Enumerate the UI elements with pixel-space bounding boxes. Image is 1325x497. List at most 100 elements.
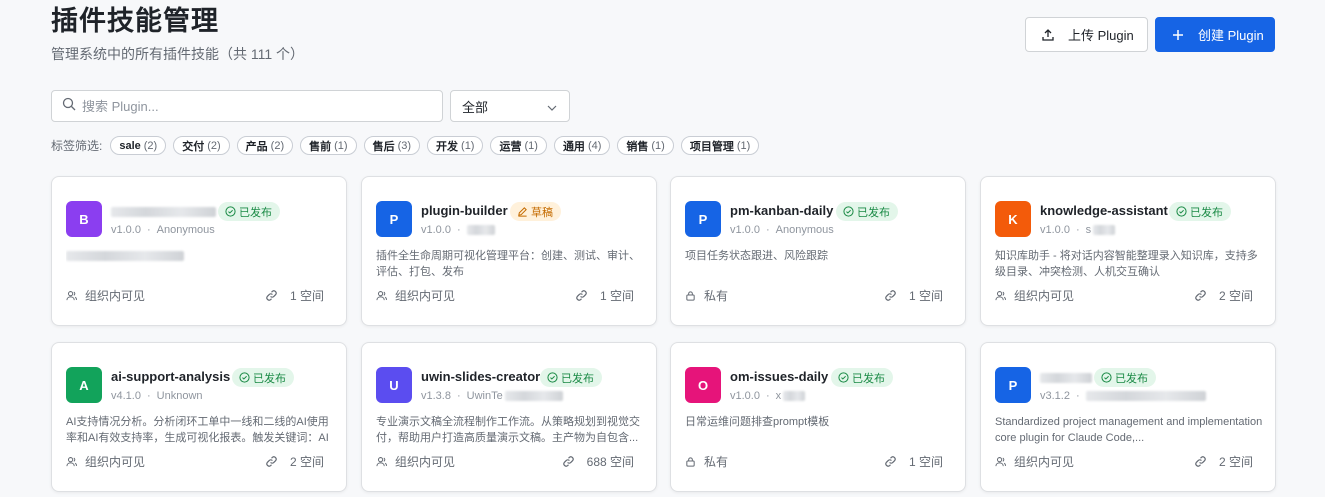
spaces: 1 空间 <box>884 287 943 304</box>
plugin-version: v1.0.0 <box>730 390 760 402</box>
plugin-version: v3.1.2 <box>1040 390 1070 402</box>
status-label: 草稿 <box>531 206 553 219</box>
tag-count: (2) <box>270 139 285 152</box>
link-icon <box>562 455 579 468</box>
tag-filter-chip[interactable]: 售前 (1) <box>300 136 357 155</box>
link-icon <box>1194 289 1211 302</box>
plus-icon <box>1170 27 1186 43</box>
status-badge: 已发布 <box>1094 368 1156 387</box>
tag-count: (1) <box>334 139 348 152</box>
plugin-meta: v1.0.0 · <box>421 224 495 236</box>
plugin-card[interactable]: P pm-kanban-daily 已发布 v1.0.0 · Anonymous 项… <box>670 176 966 326</box>
status-badge: 已发布 <box>218 202 280 221</box>
plugin-description: 项目任务状态跟进、风险跟踪 <box>685 250 828 262</box>
visibility: 私有 <box>685 287 728 304</box>
tag-filter-chip[interactable]: 运营 (1) <box>490 136 547 155</box>
status-label: 已发布 <box>852 372 885 385</box>
plugin-card[interactable]: U uwin-slides-creator 已发布 v1.3.8 · UwinTe … <box>361 342 657 492</box>
check-circle-icon <box>838 372 849 383</box>
plugin-avatar: U <box>376 367 412 403</box>
plugin-version: v1.3.8 <box>421 390 451 402</box>
upload-plugin-button[interactable]: 上传 Plugin <box>1025 17 1148 52</box>
plugin-description: Standardized project management and impl… <box>995 416 1263 444</box>
tag-filter-chip[interactable]: 项目管理 (1) <box>680 136 760 155</box>
spaces: 688 空间 <box>562 453 634 470</box>
search-input[interactable] <box>82 98 422 114</box>
upload-plugin-label: 上传 Plugin <box>1068 28 1134 43</box>
plugin-author: Unknown <box>156 390 203 402</box>
plugin-name: uwin-slides-creator <box>421 369 541 384</box>
plugin-card[interactable]: K knowledge-assistant 已发布 v1.0.0 · s 知识库助手… <box>980 176 1276 326</box>
user-icon <box>995 290 1010 301</box>
plugin-author: Anonymous <box>775 224 834 236</box>
plugin-author: UwinTe <box>466 390 503 402</box>
tag-filter-label: 标签筛选: <box>51 139 103 153</box>
tag-name: 销售 <box>626 140 649 153</box>
status-filter-value: 全部 <box>462 99 489 115</box>
plugin-card[interactable]: A ai-support-analysis 已发布 v4.1.0 · Unknown… <box>51 342 347 492</box>
search-box[interactable] <box>51 90 443 122</box>
spaces-count: 1 空间 <box>908 289 943 303</box>
plugin-avatar: A <box>66 367 102 403</box>
tag-count: (1) <box>651 139 665 152</box>
status-badge: 已发布 <box>232 368 294 387</box>
plugin-card[interactable]: P plugin-builder 草稿 v1.0.0 · 插件全生命周期可视化管理… <box>361 176 657 326</box>
create-plugin-label: 创建 Plugin <box>1198 28 1264 43</box>
status-label: 已发布 <box>561 372 594 385</box>
plugin-initial: P <box>1008 377 1018 393</box>
tag-filter-chip[interactable]: 交付 (2) <box>173 136 230 155</box>
plugin-name <box>1040 369 1092 384</box>
status-label: 已发布 <box>1190 206 1223 219</box>
plugin-author: x <box>775 390 782 402</box>
page-subtitle: 管理系统中的所有插件技能（共 111 个） <box>51 46 305 62</box>
plugin-name <box>111 203 216 218</box>
card-footer: 私有 1 空间 <box>685 287 943 304</box>
visibility: 组织内可见 <box>376 287 455 304</box>
plugin-card[interactable]: P 已发布 v3.1.2 · Standardized project manag… <box>980 342 1276 492</box>
status-filter-select[interactable]: 全部 <box>450 90 570 122</box>
plugin-card[interactable]: O om-issues-daily 已发布 v1.0.0 · x 日常运维问题排查p… <box>670 342 966 492</box>
lock-icon <box>685 456 700 467</box>
plugin-version: v1.0.0 <box>1040 224 1070 236</box>
plugin-name: om-issues-daily <box>730 369 829 384</box>
visibility-label: 组织内可见 <box>1014 455 1075 469</box>
tag-filter-chip[interactable]: 销售 (1) <box>617 136 674 155</box>
plugin-meta: v1.0.0 · x <box>730 390 806 402</box>
plugin-version: v1.0.0 <box>730 224 760 236</box>
tag-filter-chip[interactable]: 通用 (4) <box>553 136 611 155</box>
plugin-meta: v4.1.0 · Unknown <box>111 390 203 402</box>
check-circle-icon <box>225 206 236 217</box>
plugin-version: v4.1.0 <box>111 390 141 402</box>
link-icon <box>575 289 592 302</box>
tag-filter-chip[interactable]: 产品 (2) <box>236 136 294 155</box>
plugin-meta: v1.0.0 · Anonymous <box>730 224 834 236</box>
link-icon <box>265 455 282 468</box>
plugin-description <box>66 248 336 280</box>
plugin-card[interactable]: B 已发布 v1.0.0 · Anonymous 组织内可见 1 空间 <box>51 176 347 326</box>
check-circle-icon <box>843 206 854 217</box>
tag-name: 交付 <box>182 140 205 153</box>
plugin-name: ai-support-analysis <box>111 369 231 384</box>
tag-name: 产品 <box>245 140 268 153</box>
tag-filter-chip[interactable]: 售后 (3) <box>363 136 421 155</box>
plugin-meta: v1.0.0 · Anonymous <box>111 224 215 236</box>
tag-count: (3) <box>397 139 412 152</box>
tag-name: 售后 <box>372 140 395 153</box>
create-plugin-button[interactable]: 创建 Plugin <box>1155 17 1275 52</box>
tag-filter-chip[interactable]: sale (2) <box>110 136 167 155</box>
status-label: 已发布 <box>1115 372 1148 385</box>
tag-name: 开发 <box>436 140 459 153</box>
visibility: 组织内可见 <box>66 287 145 304</box>
card-footer: 组织内可见 2 空间 <box>995 287 1253 304</box>
tag-name: 通用 <box>562 140 585 153</box>
plugin-name: plugin-builder <box>421 203 508 218</box>
user-icon <box>995 456 1010 467</box>
status-label: 已发布 <box>253 372 286 385</box>
tag-name: 项目管理 <box>689 140 734 153</box>
visibility-label: 组织内可见 <box>1014 289 1075 303</box>
spaces: 1 空间 <box>575 287 634 304</box>
spaces: 2 空间 <box>1194 287 1253 304</box>
tag-filter-chip[interactable]: 开发 (1) <box>427 136 484 155</box>
plugin-author: s <box>1085 224 1092 236</box>
visibility-label: 组织内可见 <box>85 289 146 303</box>
